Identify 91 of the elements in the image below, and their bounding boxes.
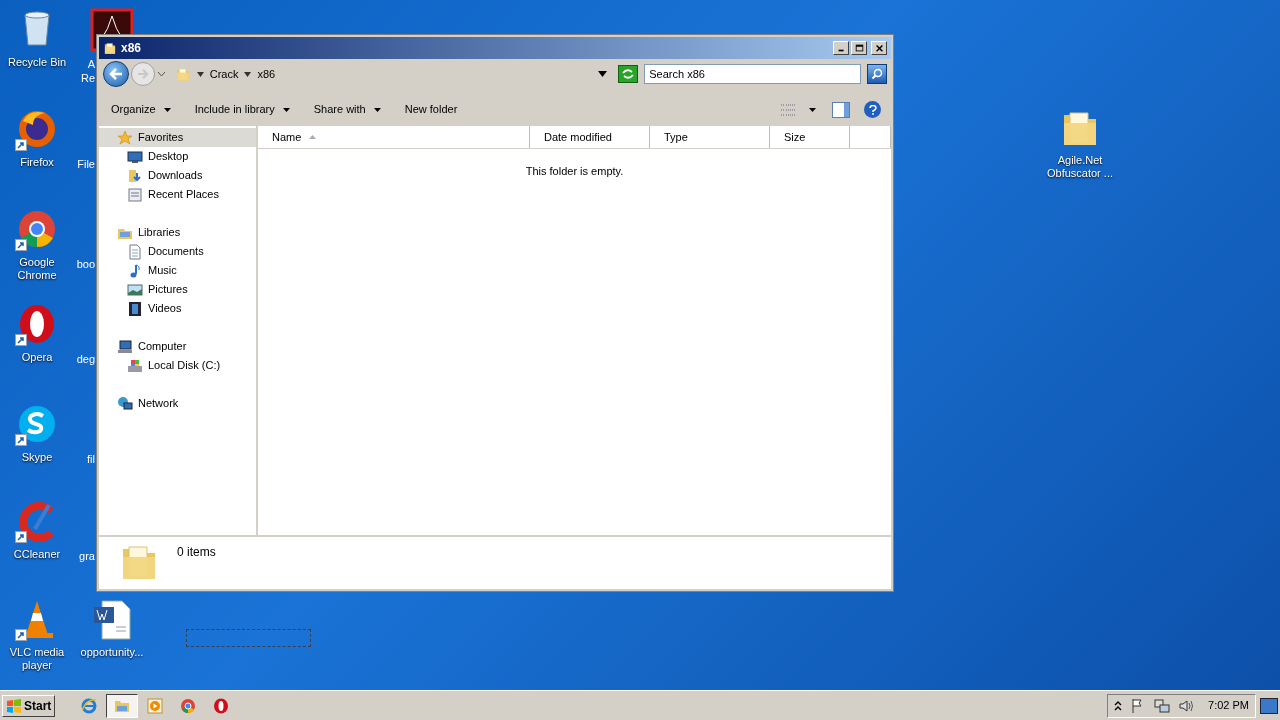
star-icon: [117, 129, 133, 146]
shortcut-arrow-icon: [15, 629, 27, 641]
back-button[interactable]: [103, 61, 129, 87]
search-field[interactable]: Search x86: [644, 64, 862, 84]
browser-e-icon: [81, 697, 98, 714]
refresh-button[interactable]: [618, 65, 639, 83]
nav-item[interactable]: Desktop: [99, 147, 256, 166]
icon-label: CCleaner: [13, 548, 61, 561]
chevron-up-icon[interactable]: [1114, 700, 1123, 711]
picture-icon: [127, 281, 143, 298]
preview-pane-button[interactable]: [832, 101, 850, 118]
caret-icon: [196, 71, 204, 77]
caret-icon: [156, 71, 166, 77]
play-icon: [147, 697, 164, 714]
start-button[interactable]: Start: [2, 694, 56, 717]
windows-logo-icon: [6, 697, 22, 714]
toolbar-button[interactable]: Share with: [305, 97, 389, 122]
window-title: x86: [121, 40, 142, 57]
nav-item[interactable]: Computer: [99, 337, 256, 356]
icon-label: Firefox: [20, 156, 54, 169]
icon-label: Opera: [21, 351, 53, 364]
icon-label: Recycle Bin: [7, 56, 67, 69]
show-desktop-button[interactable]: [1260, 697, 1278, 714]
icon-label: Google Chrome: [17, 256, 57, 282]
recent-pages-dropdown-icon[interactable]: [156, 69, 167, 79]
caret-icon: [244, 71, 252, 77]
nav-item[interactable]: Music: [99, 261, 256, 280]
nav-item[interactable]: Pictures: [99, 280, 256, 299]
shortcut-arrow-icon: [15, 434, 27, 446]
item-count: 0 items: [177, 544, 216, 561]
clock[interactable]: 7:02 PM: [1208, 697, 1249, 714]
icon-label: VLC media player: [9, 646, 65, 672]
shortcut-arrow-icon: [15, 139, 27, 151]
refresh-icon: [621, 68, 636, 80]
disk-icon: [127, 357, 143, 374]
nav-item[interactable]: Network: [99, 394, 256, 413]
maximize-button[interactable]: [851, 41, 867, 55]
icon-label: boo: [76, 258, 95, 270]
nav-item[interactable]: Libraries: [99, 223, 256, 242]
icon-label: deg: [76, 353, 95, 365]
icon-label: Skype: [21, 451, 53, 464]
close-button[interactable]: [871, 41, 887, 55]
toolbar-button[interactable]: Include in library: [186, 97, 298, 122]
empty-folder-message: This folder is empty.: [525, 165, 624, 177]
shortcut-arrow-icon: [15, 531, 27, 543]
arrow-right-icon: [136, 69, 149, 79]
chrome-icon: [180, 697, 197, 714]
speaker-icon[interactable]: [1178, 697, 1195, 714]
icon-label: fil: [87, 453, 95, 465]
folder-icon: [103, 41, 117, 55]
help-icon[interactable]: [864, 101, 881, 118]
opera-icon: [213, 697, 230, 714]
caret-icon: [598, 71, 608, 77]
recent-places-icon: [127, 186, 143, 203]
minimize-button[interactable]: [833, 41, 849, 55]
address-dropdown-icon[interactable]: [598, 71, 609, 77]
details-view-icon: [781, 103, 797, 116]
breadcrumb-item[interactable]: Crack: [209, 65, 239, 83]
icon-label: gra: [79, 550, 95, 562]
question-mark-icon: [868, 104, 877, 115]
maximize-icon: [853, 43, 865, 53]
nav-item[interactable]: Favorites: [99, 128, 256, 147]
close-icon: [873, 43, 885, 53]
search-button[interactable]: [867, 64, 887, 84]
nav-item[interactable]: Documents: [99, 242, 256, 261]
network-icon[interactable]: [1154, 697, 1171, 714]
caret-icon: [809, 107, 816, 112]
downloads-folder-icon: [127, 167, 143, 184]
desktop-icon: [127, 148, 143, 165]
folder-icon: [174, 66, 191, 82]
shortcut-arrow-icon: [15, 334, 27, 346]
icon-label: A: [87, 57, 95, 71]
nav-item[interactable]: Local Disk (C:): [99, 356, 256, 375]
arrow-left-icon: [108, 68, 123, 80]
computer-icon: [117, 338, 133, 355]
breadcrumb-item[interactable]: x86: [257, 65, 276, 83]
toolbar-button[interactable]: New folder: [396, 97, 466, 122]
icon-label: Re: [80, 71, 95, 85]
nav-item[interactable]: Downloads: [99, 166, 256, 185]
icon-label: opportunity...: [80, 646, 144, 659]
toolbar-button[interactable]: Organize: [103, 97, 179, 122]
nav-item[interactable]: Recent Places: [99, 185, 256, 204]
icon-label: Agile.Net Obfuscator ...: [1047, 154, 1113, 180]
film-icon: [127, 300, 143, 317]
icon-label: File: [77, 158, 95, 170]
shortcut-arrow-icon: [15, 239, 27, 251]
document-icon: [127, 243, 143, 260]
nav-item[interactable]: Videos: [99, 299, 256, 318]
taskbar-app-button[interactable]: [106, 693, 139, 718]
globe-icon: [117, 395, 133, 412]
search-icon: [871, 68, 884, 80]
